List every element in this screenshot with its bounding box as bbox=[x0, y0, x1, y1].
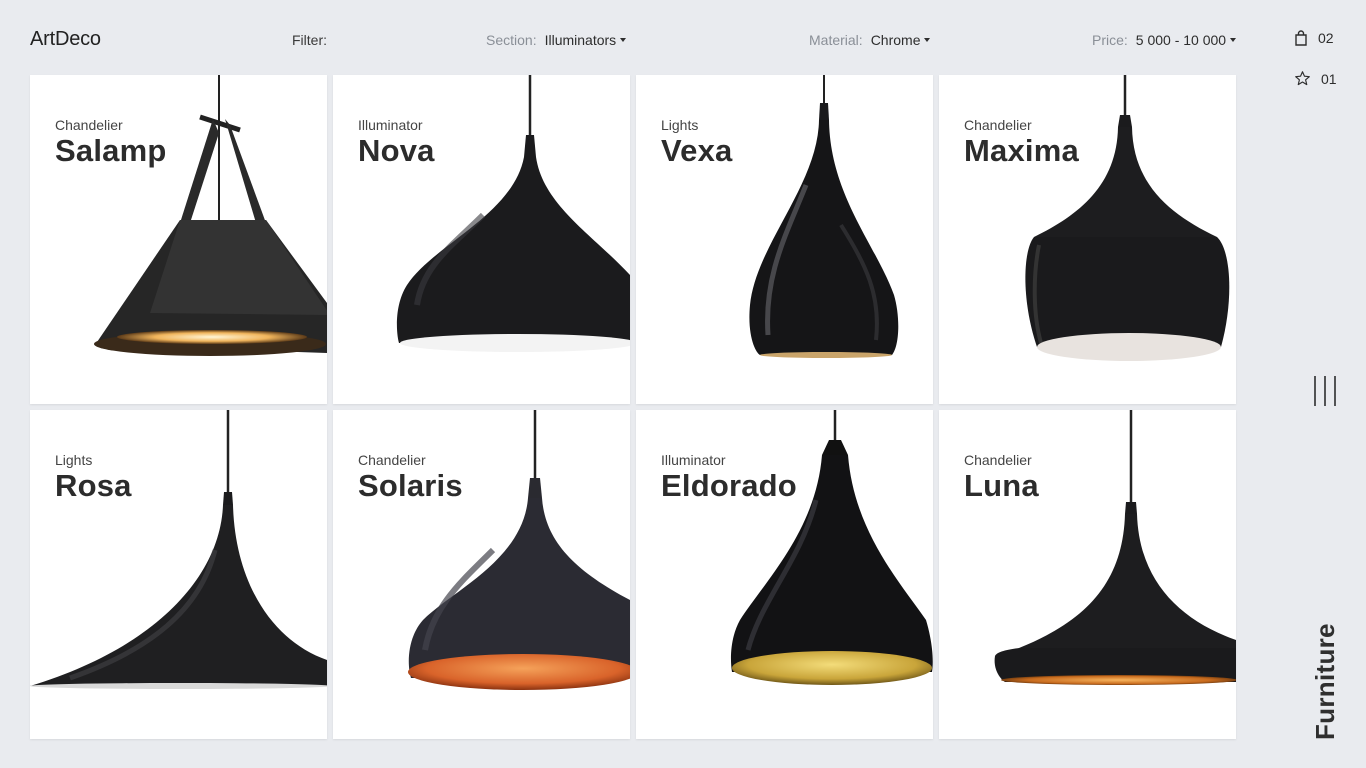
product-category: Chandelier bbox=[358, 452, 426, 468]
product-card-nova[interactable]: Illuminator Nova bbox=[333, 75, 630, 404]
material-filter-dropdown[interactable]: Material: Chrome bbox=[809, 32, 931, 48]
product-name: Rosa bbox=[55, 468, 132, 503]
product-category: Chandelier bbox=[55, 117, 123, 133]
product-card-maxima[interactable]: Chandelier Maxima bbox=[939, 75, 1236, 404]
product-name: Eldorado bbox=[661, 468, 797, 503]
catalog-page: ArtDeco Filter: Section: Illuminators Mat… bbox=[0, 0, 1366, 768]
product-category: Chandelier bbox=[964, 452, 1032, 468]
price-filter-dropdown[interactable]: Price: 5 000 - 10 000 bbox=[1092, 32, 1237, 48]
star-icon bbox=[1295, 71, 1310, 86]
chevron-down-icon bbox=[620, 38, 627, 43]
section-filter-label: Section: bbox=[486, 32, 537, 48]
chevron-down-icon bbox=[1230, 38, 1237, 43]
brand-logo[interactable]: ArtDeco bbox=[30, 28, 101, 51]
shopping-bag-icon bbox=[1295, 30, 1307, 46]
favorites-count: 01 bbox=[1321, 70, 1337, 87]
product-card-solaris[interactable]: Chandelier Solaris bbox=[333, 410, 630, 739]
product-name: Maxima bbox=[964, 133, 1079, 168]
material-filter-label: Material: bbox=[809, 32, 863, 48]
section-filter-value: Illuminators bbox=[544, 32, 617, 48]
product-card-luna[interactable]: Chandelier Luna bbox=[939, 410, 1236, 739]
filter-label: Filter: bbox=[292, 32, 327, 48]
product-category: Illuminator bbox=[661, 452, 726, 468]
product-name: Luna bbox=[964, 468, 1039, 503]
product-category: Chandelier bbox=[964, 117, 1032, 133]
product-name: Nova bbox=[358, 133, 435, 168]
section-title-vertical: Furniture bbox=[1310, 623, 1340, 740]
product-card-eldorado[interactable]: Illuminator Eldorado bbox=[636, 410, 933, 739]
material-filter-value: Chrome bbox=[870, 32, 921, 48]
favorites-button[interactable]: 01 bbox=[1294, 70, 1337, 87]
product-category: Lights bbox=[661, 117, 699, 133]
product-category: Illuminator bbox=[358, 117, 423, 133]
product-name: Salamp bbox=[55, 133, 167, 168]
chevron-down-icon bbox=[924, 38, 931, 43]
price-filter-value: 5 000 - 10 000 bbox=[1135, 32, 1227, 48]
section-filter-dropdown[interactable]: Section: Illuminators bbox=[486, 32, 627, 48]
product-card-vexa[interactable]: Lights Vexa bbox=[636, 75, 933, 404]
logo-part-art: Art bbox=[30, 28, 55, 50]
cart-button[interactable]: 02 bbox=[1294, 30, 1334, 46]
logo-part-deco: Deco bbox=[54, 28, 101, 50]
product-name: Solaris bbox=[358, 468, 463, 503]
product-category: Lights bbox=[55, 452, 93, 468]
cart-count: 02 bbox=[1318, 30, 1334, 46]
product-card-salamp[interactable]: Chandelier Salamp bbox=[30, 75, 327, 404]
product-card-rosa[interactable]: Lights Rosa bbox=[30, 410, 327, 739]
menu-icon[interactable] bbox=[1312, 376, 1338, 406]
product-name: Vexa bbox=[661, 133, 733, 168]
price-filter-label: Price: bbox=[1092, 32, 1128, 48]
